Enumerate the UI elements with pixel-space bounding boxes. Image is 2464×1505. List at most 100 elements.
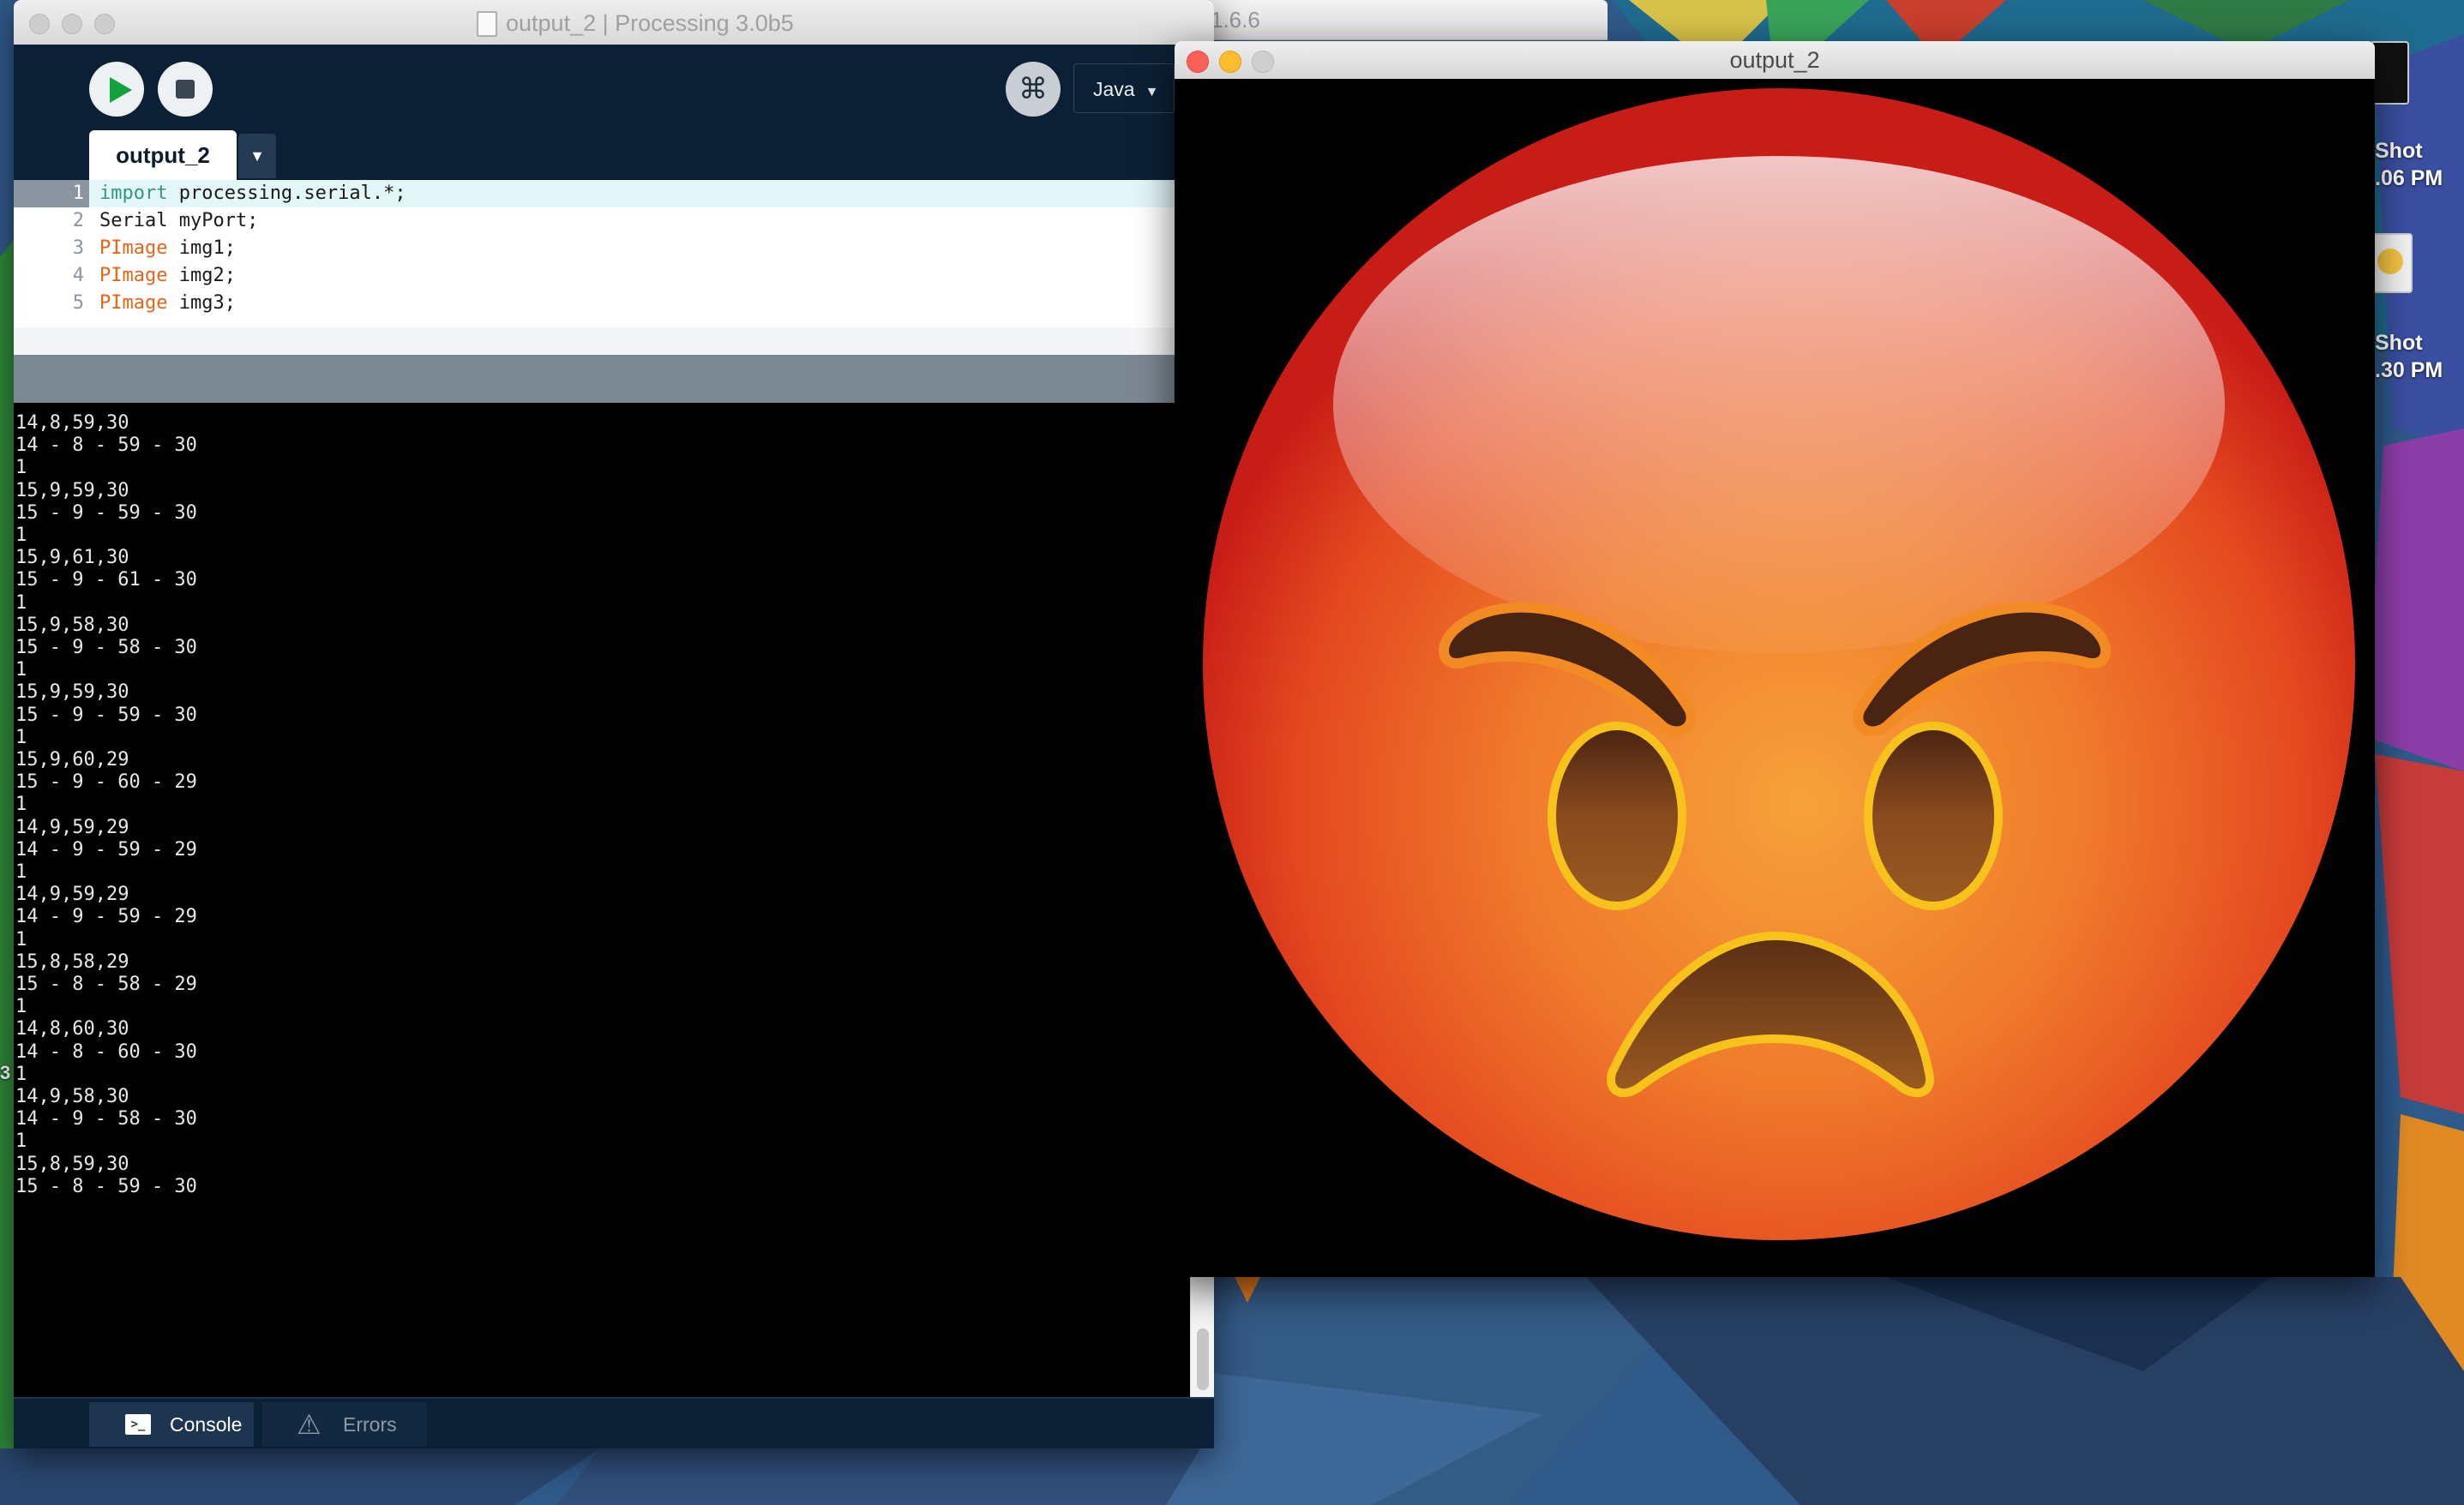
code-token: processing.serial.*; bbox=[167, 183, 406, 204]
console-line: 14 - 9 - 59 - 29 bbox=[15, 906, 197, 928]
sketch-titlebar[interactable]: output_2 bbox=[1175, 41, 2375, 80]
console-line: 1 bbox=[15, 457, 27, 479]
debugger-button[interactable]: ⌘ bbox=[1006, 62, 1061, 117]
line-number: 1 bbox=[14, 180, 89, 207]
desktop-file-label[interactable]: Shot .30 PM bbox=[2375, 329, 2443, 384]
window-title: output_2 | Processing 3.0b5 bbox=[477, 10, 794, 37]
background-window-titlebar[interactable]: 1.6.6 bbox=[1175, 0, 1608, 40]
angry-face-emoji-icon bbox=[1203, 88, 2355, 1240]
console-line: 1 bbox=[15, 726, 27, 748]
keyword-token: import bbox=[99, 183, 168, 204]
code-line[interactable]: 4 PImage img2; bbox=[14, 262, 1188, 290]
chevron-down-icon: ▼ bbox=[1145, 85, 1159, 99]
terminal-icon: >_ bbox=[125, 1414, 151, 1435]
errors-tab[interactable]: ⚠ Errors bbox=[262, 1402, 427, 1447]
console-line: 15,8,58,29 bbox=[15, 950, 129, 973]
ide-titlebar[interactable]: output_2 | Processing 3.0b5 bbox=[14, 0, 1214, 45]
editor-horizontal-scrollbar[interactable] bbox=[14, 327, 1188, 355]
sketch-output-window: output_2 bbox=[1175, 41, 2375, 1277]
processing-ide-window: output_2 | Processing 3.0b5 ⌘ Java ▼ outp… bbox=[14, 0, 1214, 1448]
sketch-window-title: output_2 bbox=[1729, 47, 1820, 73]
console-line: 1 bbox=[15, 861, 27, 883]
line-number: 2 bbox=[72, 210, 84, 231]
console-line: 1 bbox=[15, 591, 27, 614]
console-line: 14 - 9 - 58 - 30 bbox=[15, 1108, 197, 1130]
close-window-button[interactable] bbox=[29, 14, 50, 34]
code-text: PImage img3; bbox=[99, 290, 236, 317]
code-text: PImage img1; bbox=[99, 235, 236, 262]
code-line[interactable]: 2 Serial myPort; bbox=[14, 207, 1188, 235]
desktop-file-label[interactable]: Shot .06 PM bbox=[2375, 137, 2443, 192]
code-token: img2; bbox=[167, 265, 236, 286]
console-line: 15,9,59,30 bbox=[15, 681, 129, 704]
keyword-token: PImage bbox=[99, 265, 168, 286]
run-button[interactable] bbox=[89, 62, 144, 117]
zoom-window-button[interactable] bbox=[94, 14, 115, 34]
console-line: 1 bbox=[15, 659, 27, 681]
code-line[interactable]: 5 PImage img3; bbox=[14, 290, 1188, 317]
keyword-token: PImage bbox=[99, 292, 168, 314]
keyword-token: PImage bbox=[99, 237, 168, 259]
status-bar bbox=[14, 355, 1214, 403]
console-line: 15,9,58,30 bbox=[15, 614, 129, 636]
console-line: 14 - 8 - 60 - 30 bbox=[15, 1040, 197, 1063]
console-tab[interactable]: >_ Console bbox=[89, 1402, 254, 1447]
console-line: 15 - 8 - 59 - 30 bbox=[15, 1175, 197, 1197]
warning-icon: ⚠ bbox=[297, 1409, 322, 1440]
console-line: 1 bbox=[15, 794, 27, 816]
footer-tab-bar: >_ Console ⚠ Errors bbox=[14, 1397, 1214, 1448]
sketch-canvas[interactable] bbox=[1175, 79, 2375, 1277]
console-line: 15,9,61,30 bbox=[15, 547, 129, 569]
stop-icon bbox=[176, 80, 195, 99]
console-line: 1 bbox=[15, 996, 27, 1018]
console-line: 14,8,59,30 bbox=[15, 412, 129, 434]
console-line: 15 - 9 - 59 - 30 bbox=[15, 501, 197, 524]
background-window-title: 1.6.6 bbox=[1211, 7, 1260, 33]
editor-tab-bar: output_2 ▼ bbox=[14, 130, 1214, 180]
console-line: 15 - 9 - 60 - 29 bbox=[15, 771, 197, 794]
desktop-thumbnail[interactable] bbox=[2370, 41, 2409, 105]
line-number: 3 bbox=[72, 237, 84, 259]
console-line: 14,9,59,29 bbox=[15, 816, 129, 838]
console-line: 15 - 9 - 59 - 30 bbox=[15, 704, 197, 726]
code-text: import processing.serial.*; bbox=[99, 180, 406, 207]
console-line: 15,9,60,29 bbox=[15, 749, 129, 770]
code-token: img1; bbox=[167, 237, 236, 259]
minimize-window-button[interactable] bbox=[62, 14, 82, 34]
console-line: 1 bbox=[15, 525, 27, 546]
console-line: 15 - 8 - 58 - 29 bbox=[15, 974, 197, 995]
ide-toolbar: ⌘ Java ▼ bbox=[14, 45, 1214, 130]
debugger-icon: ⌘ bbox=[1019, 73, 1048, 105]
console-scroll-thumb[interactable] bbox=[1197, 1328, 1209, 1390]
window-title-text: output_2 | Processing 3.0b5 bbox=[506, 10, 794, 36]
code-editor[interactable]: 1 import processing.serial.*; 2 Serial myPo… bbox=[14, 180, 1188, 327]
console-line: 14 - 8 - 59 - 30 bbox=[15, 435, 197, 457]
code-token: img3; bbox=[167, 292, 236, 314]
play-icon bbox=[110, 77, 132, 103]
console-output[interactable]: 14,8,59,30 14 - 8 - 59 - 30 1 15,9,59,30 15 … bbox=[14, 403, 1190, 1397]
tab-output-2[interactable]: output_2 bbox=[89, 130, 237, 180]
console-line: 1 bbox=[15, 1063, 27, 1085]
console-line: 15 - 9 - 61 - 30 bbox=[15, 569, 197, 591]
code-line[interactable]: 3 PImage img1; bbox=[14, 235, 1188, 262]
console-line: 15,8,59,30 bbox=[15, 1153, 129, 1175]
code-text: PImage img2; bbox=[99, 262, 236, 290]
console-tab-label: Console bbox=[170, 1413, 243, 1436]
mode-selector[interactable]: Java ▼ bbox=[1073, 63, 1175, 113]
console-line: 14 - 9 - 59 - 29 bbox=[15, 838, 197, 860]
document-icon bbox=[477, 10, 497, 37]
console-line: 14,8,60,30 bbox=[15, 1018, 129, 1040]
console-line: 1 bbox=[15, 1130, 27, 1153]
mode-label: Java bbox=[1093, 78, 1135, 100]
tab-menu-button[interactable]: ▼ bbox=[238, 134, 276, 178]
line-number: 4 bbox=[72, 265, 84, 286]
console-line: 14,9,59,29 bbox=[15, 884, 129, 906]
errors-tab-label: Errors bbox=[343, 1413, 397, 1436]
stop-button[interactable] bbox=[158, 62, 213, 117]
code-token: Serial myPort; bbox=[99, 210, 259, 231]
console-line: 15,9,59,30 bbox=[15, 479, 129, 501]
code-text: Serial myPort; bbox=[99, 207, 258, 235]
code-line[interactable]: 1 import processing.serial.*; bbox=[14, 180, 1188, 207]
edge-number: 3 bbox=[0, 1062, 11, 1083]
line-number: 5 bbox=[72, 292, 84, 314]
